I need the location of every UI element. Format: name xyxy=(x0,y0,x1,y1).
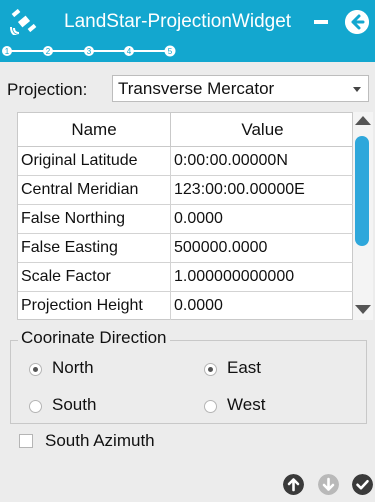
step-3[interactable]: 3 xyxy=(84,46,94,56)
scroll-thumb[interactable] xyxy=(355,136,369,246)
step-progress: 1 2 3 4 5 xyxy=(0,44,375,62)
radio-west[interactable]: West xyxy=(204,395,334,419)
radio-label: East xyxy=(227,358,262,377)
cell-name: Projection Height xyxy=(18,292,171,320)
arrow-up-circle-icon[interactable] xyxy=(283,474,304,495)
projection-label: Projection: xyxy=(7,80,88,99)
cell-name: Original Latitude xyxy=(18,147,171,175)
radio-label: North xyxy=(52,358,94,377)
svg-text:5: 5 xyxy=(168,47,173,56)
cell-value[interactable]: 0.0000 xyxy=(171,205,354,233)
svg-text:1: 1 xyxy=(5,47,10,56)
south-azimuth-checkbox[interactable]: South Azimuth xyxy=(19,431,199,455)
scroll-down-icon[interactable] xyxy=(355,305,371,314)
column-header-name[interactable]: Name xyxy=(18,113,171,146)
cell-value[interactable]: 0.0000 xyxy=(171,292,354,320)
table-row[interactable]: Projection Height 0.0000 xyxy=(18,292,354,321)
chevron-down-icon xyxy=(353,87,361,92)
check-circle-icon[interactable] xyxy=(352,474,373,495)
radio-label: South xyxy=(52,395,97,414)
radio-north[interactable]: North xyxy=(29,358,159,382)
step-4[interactable]: 4 xyxy=(124,46,134,56)
back-arrow-icon[interactable] xyxy=(345,10,369,34)
direction-group-title: Coorinate Direction xyxy=(18,328,170,348)
radio-indicator xyxy=(29,363,42,376)
projection-value: Transverse Mercator xyxy=(118,79,275,98)
arrow-down-circle-icon[interactable] xyxy=(318,474,339,495)
radio-indicator xyxy=(204,363,217,376)
parameter-table: Name Value Original Latitude 0:00:00.000… xyxy=(17,112,354,321)
radio-indicator xyxy=(29,400,42,413)
table-header: Name Value xyxy=(18,113,354,147)
svg-text:3: 3 xyxy=(87,47,92,56)
cell-value[interactable]: 500000.0000 xyxy=(171,234,354,262)
step-2[interactable]: 2 xyxy=(43,46,53,56)
title-bar: LandStar-ProjectionWidget xyxy=(0,0,375,44)
radio-east[interactable]: East xyxy=(204,358,334,382)
step-5[interactable]: 5 xyxy=(164,45,176,57)
scroll-up-icon[interactable] xyxy=(355,116,371,125)
radio-indicator xyxy=(204,400,217,413)
table-scrollbar[interactable] xyxy=(353,112,373,320)
cell-value[interactable]: 123:00:00.00000E xyxy=(171,176,354,204)
cell-value[interactable]: 1.000000000000 xyxy=(171,263,354,291)
table-row[interactable]: False Northing 0.0000 xyxy=(18,205,354,234)
column-header-value[interactable]: Value xyxy=(171,113,354,146)
radio-label: West xyxy=(227,395,266,414)
cell-name: False Northing xyxy=(18,205,171,233)
cell-name: False Easting xyxy=(18,234,171,262)
table-row[interactable]: False Easting 500000.0000 xyxy=(18,234,354,263)
satellite-icon xyxy=(10,9,37,35)
svg-text:2: 2 xyxy=(46,47,51,56)
table-row[interactable]: Scale Factor 1.000000000000 xyxy=(18,263,354,292)
radio-south[interactable]: South xyxy=(29,395,159,419)
table-row[interactable]: Central Meridian 123:00:00.00000E xyxy=(18,176,354,205)
minimize-icon[interactable] xyxy=(314,20,328,24)
window-title: LandStar-ProjectionWidget xyxy=(64,11,292,32)
svg-text:4: 4 xyxy=(127,47,132,56)
cell-value[interactable]: 0:00:00.00000N xyxy=(171,147,354,175)
cell-name: Central Meridian xyxy=(18,176,171,204)
projection-select[interactable]: Transverse Mercator xyxy=(112,75,369,102)
checkbox-label: South Azimuth xyxy=(45,431,155,450)
table-row[interactable]: Original Latitude 0:00:00.00000N xyxy=(18,147,354,176)
step-1[interactable]: 1 xyxy=(2,46,12,56)
cell-name: Scale Factor xyxy=(18,263,171,291)
checkbox-indicator xyxy=(19,434,33,448)
